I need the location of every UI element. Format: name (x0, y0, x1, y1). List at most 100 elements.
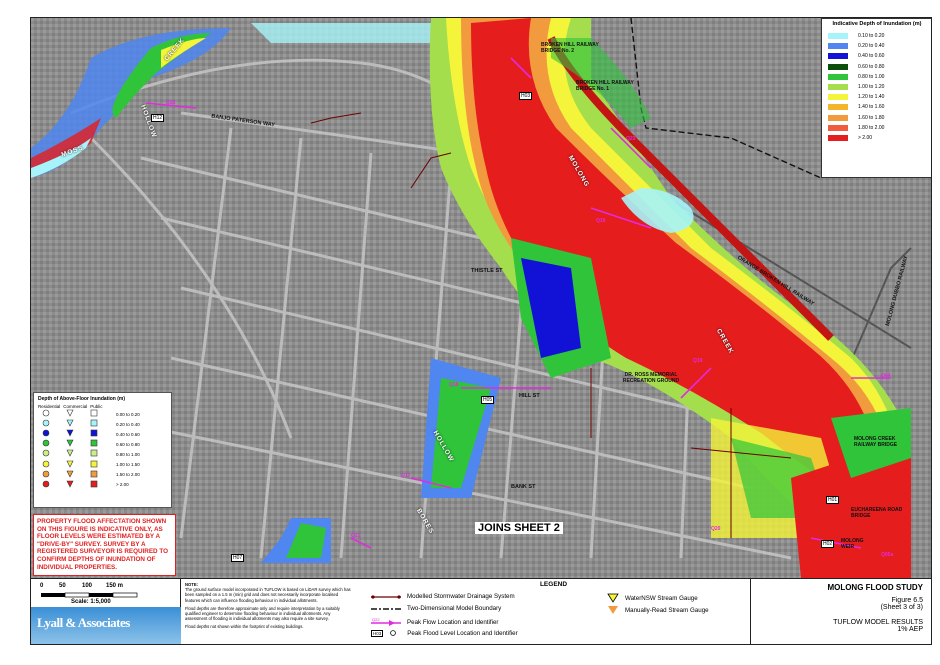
aep-label: 1% AEP (897, 626, 923, 633)
floor-range-label: 0.60 to 0.80 (116, 441, 140, 447)
depth-legend-row: 0.10 to 0.20 (822, 31, 931, 41)
legend-peak-level: H03 Peak Flood Level Location and Identi… (371, 629, 518, 637)
residential-marker (34, 460, 58, 470)
depth-swatch (828, 114, 848, 121)
floor-legend-row: 0.20 to 0.40 (34, 419, 171, 429)
floor-legend-title: Depth of Above-Floor Inundation (m) (38, 396, 126, 402)
legend-title: LEGEND (539, 581, 568, 588)
results-title: TUFLOW MODEL RESULTS (833, 619, 923, 626)
floor-legend: Depth of Above-Floor Inundation (m) Resi… (33, 392, 172, 508)
floor-range-label: 0.80 to 1.00 (116, 451, 140, 457)
depth-swatch (828, 94, 848, 101)
joins-sheet-label: JOINS SHEET 2 (475, 522, 563, 534)
scale-logo-box: 0 50 100 150 m Scale: 1:5,000 Lyall & As… (31, 579, 181, 644)
commercial-marker (58, 460, 82, 470)
public-marker (82, 429, 106, 439)
depth-range-label: 1.60 to 1.80 (858, 114, 885, 121)
q18-label: Q18 (449, 382, 459, 388)
floor-legend-row: 0.60 to 0.80 (34, 439, 171, 449)
depth-swatch (828, 53, 848, 60)
depth-legend-title: Indicative Depth of Inundation (m) (832, 21, 922, 27)
depth-range-label: 0.40 to 0.60 (858, 53, 885, 60)
floor-range-label: 1.50 to 2.00 (116, 472, 140, 478)
floor-legend-row: 0.40 to 0.60 (34, 429, 171, 439)
scale-tick-0: 0 (40, 583, 44, 589)
h12-label: H12 (151, 114, 165, 122)
depth-range-label: 0.60 to 0.80 (858, 63, 885, 70)
residential-marker (34, 439, 58, 449)
q05a-label: Q05a (881, 552, 894, 558)
scale-tick-100: 100 (82, 583, 93, 589)
logo: Lyall & Associates (31, 607, 181, 644)
residential-marker (34, 409, 58, 419)
commercial-marker (58, 449, 82, 459)
depth-legend-row: 1.60 to 1.80 (822, 113, 931, 123)
depth-swatch (828, 33, 848, 40)
public-marker (82, 439, 106, 449)
h05-label: H05 (481, 396, 495, 404)
public-marker (82, 409, 106, 419)
bh-bridge2-label: BROKEN HILL RAILWAY BRIDGE No. 2 (541, 42, 599, 54)
depth-range-label: 0.10 to 0.20 (858, 33, 885, 40)
figure-number: Figure 6.5 (891, 597, 923, 604)
commercial-marker (58, 429, 82, 439)
depth-legend: Indicative Depth of Inundation (m) 0.10 … (821, 18, 931, 178)
depth-legend-row: > 2.00 (822, 133, 931, 143)
depth-range-label: 0.20 to 0.40 (858, 43, 885, 50)
euchareena-label: EUCHAREENA ROAD BRIDGE (851, 507, 903, 519)
public-marker (82, 460, 106, 470)
depth-range-label: 1.40 to 1.60 (858, 104, 885, 111)
commercial-marker (58, 480, 82, 490)
depth-swatch (828, 63, 848, 70)
floor-legend-row: 0.00 to 0.20 (34, 409, 171, 419)
commercial-marker (58, 470, 82, 480)
legend-box: LEGEND Modelled Stormwater Drainage Syst… (357, 579, 751, 644)
sheet-number: (Sheet 3 of 3) (880, 604, 923, 611)
title-block: MOLONG FLOOD STUDY Figure 6.5 (Sheet 3 o… (751, 579, 931, 644)
depth-range-label: 1.00 to 1.20 (858, 84, 885, 91)
h01-label: H01 (826, 496, 840, 504)
note-p2: Flood depths are therefore approximate o… (185, 605, 340, 622)
depth-legend-row: 1.00 to 1.20 (822, 82, 931, 92)
floor-range-label: 1.00 to 1.50 (116, 462, 140, 468)
legend-boundary: Two-Dimensional Model Boundary (371, 605, 502, 612)
public-marker (82, 470, 106, 480)
residential-marker (34, 470, 58, 480)
note-box: NOTE: The ground surface model incorpora… (181, 579, 357, 644)
footer: 0 50 100 150 m Scale: 1:5,000 Lyall & As… (31, 578, 931, 644)
q23-label: Q23 (626, 136, 636, 142)
depth-range-label: > 2.00 (858, 134, 873, 141)
floor-legend-row: 0.80 to 1.00 (34, 449, 171, 459)
floor-range-label: 0.00 to 0.20 (116, 411, 140, 417)
floor-legend-row: > 2.00 (34, 480, 171, 490)
depth-legend-row: 1.80 to 2.00 (822, 123, 931, 133)
legend-h-id: H03 (371, 629, 384, 637)
depth-legend-row: 1.40 to 1.60 (822, 102, 931, 112)
depth-swatch (828, 73, 848, 80)
logo-text: Lyall & Associates (37, 615, 130, 630)
h03-label: H03 (519, 92, 533, 100)
residential-marker (34, 449, 58, 459)
depth-legend-row: 1.20 to 1.40 (822, 92, 931, 102)
depth-legend-row: 0.40 to 0.60 (822, 51, 931, 61)
residential-marker (34, 419, 58, 429)
h07-label: H07 (231, 554, 245, 562)
depth-swatch (828, 43, 848, 50)
commercial-marker (58, 439, 82, 449)
q17-label: Q17 (401, 473, 411, 479)
q22-label: Q22 (166, 100, 176, 106)
floor-legend-row: 1.50 to 2.00 (34, 470, 171, 480)
depth-swatch (828, 124, 848, 131)
depth-legend-row: 0.20 to 0.40 (822, 41, 931, 51)
note-p1: The ground surface model incorporated in… (185, 587, 351, 603)
depth-swatch (828, 104, 848, 111)
legend-q-id: Q22 (372, 617, 380, 622)
public-marker (82, 419, 106, 429)
molong-weir-label: MOLONG WEIR (841, 538, 864, 550)
q20-label: Q20 (711, 526, 721, 532)
depth-legend-row: 0.80 to 1.00 (822, 72, 931, 82)
legend-peak-flow: Q22 Peak Flow Location and Identifier (371, 617, 499, 626)
depth-swatch (828, 134, 848, 141)
commercial-marker (58, 409, 82, 419)
floor-range-label: 0.40 to 0.60 (116, 431, 140, 437)
